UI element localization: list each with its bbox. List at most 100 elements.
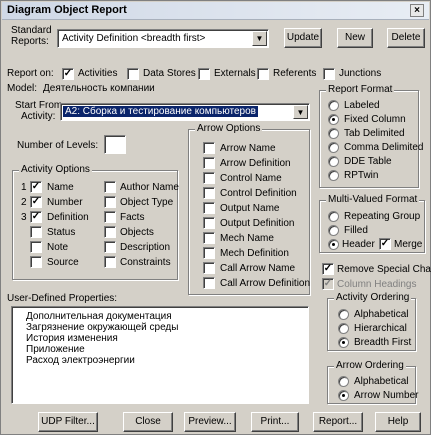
report-on-label: Report on: (7, 68, 54, 79)
standard-reports-value: Activity Definition <breadth first> (62, 33, 206, 44)
breadth-first-radio[interactable] (338, 337, 349, 348)
report-format-title: Report Format (326, 84, 395, 95)
referents-label: Referents (273, 68, 317, 79)
junctions-checkbox[interactable] (323, 68, 335, 80)
data-stores-checkbox[interactable] (127, 68, 139, 80)
call-arrow-definition-label: Call Arrow Definition (220, 278, 311, 289)
tab-delimited-radio[interactable] (328, 128, 339, 139)
arrow-number-label: Arrow Number (354, 390, 419, 401)
number-label: Number (47, 197, 83, 208)
multi-valued-format-group: Multi-Valued Format Repeating Group Fill… (319, 194, 425, 253)
externals-checkbox[interactable] (198, 68, 210, 80)
report-dialog: Diagram Object Report × Standard Reports… (0, 0, 431, 435)
control-definition-label: Control Definition (220, 188, 297, 199)
start-from-label-2: Activity: (21, 111, 56, 122)
author-name-checkbox[interactable] (104, 181, 116, 193)
merge-checkbox[interactable]: ✓ (379, 238, 391, 250)
preview-button[interactable]: Preview... (184, 412, 236, 432)
call-arrow-definition-checkbox[interactable] (203, 277, 215, 289)
merge-label: Merge (394, 239, 423, 250)
arrow-definition-checkbox[interactable] (203, 157, 215, 169)
rptwin-radio[interactable] (328, 170, 339, 181)
chevron-down-icon[interactable]: ▼ (293, 105, 308, 119)
help-button[interactable]: Help (375, 412, 421, 432)
activity-ordering-group: Activity Ordering Alphabetical Hierarchi… (327, 292, 416, 351)
description-label: Description (120, 242, 171, 253)
multi-valued-format-title: Multi-Valued Format (326, 194, 420, 205)
data-stores-label: Data Stores (143, 68, 196, 79)
referents-checkbox[interactable] (257, 68, 269, 80)
arrow-options-title: Arrow Options (195, 123, 263, 134)
arrow-number-radio[interactable] (338, 390, 349, 401)
list-item[interactable]: Приложение (26, 344, 85, 355)
activity-alphabetical-radio[interactable] (338, 309, 349, 320)
list-item[interactable]: Расход электроэнергии (26, 355, 135, 366)
control-name-checkbox[interactable] (203, 172, 215, 184)
print-button[interactable]: Print... (251, 412, 299, 432)
mech-definition-checkbox[interactable] (203, 247, 215, 259)
definition-checkbox[interactable]: ✓ (30, 211, 42, 223)
control-name-label: Control Name (220, 173, 282, 184)
arrow-name-label: Arrow Name (220, 143, 276, 154)
facts-checkbox[interactable] (104, 211, 116, 223)
standard-reports-label: Standard (11, 25, 52, 36)
standard-reports-select[interactable]: Activity Definition <breadth first> ▼ (57, 29, 269, 48)
remove-special-char-checkbox[interactable]: ✓ (322, 263, 334, 275)
name-checkbox[interactable]: ✓ (30, 181, 42, 193)
remove-special-char-label: Remove Special Char (337, 264, 431, 275)
arrow-alphabetical-label: Alphabetical (354, 376, 409, 387)
output-name-checkbox[interactable] (203, 202, 215, 214)
standard-reports-label-2: Reports: (11, 36, 49, 47)
output-definition-label: Output Definition (220, 218, 295, 229)
arrow-definition-label: Arrow Definition (220, 158, 291, 169)
control-definition-checkbox[interactable] (203, 187, 215, 199)
comma-delimited-radio[interactable] (328, 142, 339, 153)
update-button[interactable]: Update (284, 28, 322, 48)
dde-table-radio[interactable] (328, 156, 339, 167)
activities-checkbox[interactable]: ✓ (62, 68, 74, 80)
call-arrow-name-checkbox[interactable] (203, 262, 215, 274)
list-item[interactable]: Загрязнение окружающей среды (26, 322, 178, 333)
levels-label: Number of Levels: (17, 140, 99, 151)
call-arrow-name-label: Call Arrow Name (220, 263, 296, 274)
objects-checkbox[interactable] (104, 226, 116, 238)
facts-label: Facts (120, 212, 145, 223)
levels-input[interactable] (104, 135, 126, 154)
close-button[interactable]: Close (123, 412, 173, 432)
note-checkbox[interactable] (30, 241, 42, 253)
status-checkbox[interactable] (30, 226, 42, 238)
window-title: Diagram Object Report (7, 4, 127, 16)
fixed-column-radio[interactable] (328, 114, 339, 125)
title-bar: Diagram Object Report × (2, 2, 429, 20)
mech-name-checkbox[interactable] (203, 232, 215, 244)
close-icon[interactable]: × (410, 4, 424, 17)
filled-radio[interactable] (328, 225, 339, 236)
repeating-group-radio[interactable] (328, 211, 339, 222)
list-item[interactable]: История изменения (26, 333, 118, 344)
source-label: Source (47, 257, 79, 268)
new-button[interactable]: New (337, 28, 373, 48)
object-type-checkbox[interactable] (104, 196, 116, 208)
report-format-group: Report Format Labeled Fixed Column Tab D… (319, 84, 423, 188)
constraints-checkbox[interactable] (104, 256, 116, 268)
hierarchical-radio[interactable] (338, 323, 349, 334)
udp-listbox[interactable]: Дополнительная документация Загрязнение … (11, 306, 309, 404)
header-radio[interactable] (328, 239, 339, 250)
description-checkbox[interactable] (104, 241, 116, 253)
name-label: Name (47, 182, 74, 193)
option-order-2: 2 (21, 197, 27, 208)
udp-label: User-Defined Properties: (7, 293, 118, 304)
chevron-down-icon[interactable]: ▼ (252, 31, 267, 46)
source-checkbox[interactable] (30, 256, 42, 268)
udp-filter-button[interactable]: UDP Filter... (38, 412, 98, 432)
start-activity-select[interactable]: A2: Сборка и тестирование компьютеров ▼ (60, 103, 310, 121)
output-definition-checkbox[interactable] (203, 217, 215, 229)
report-button[interactable]: Report... (313, 412, 363, 432)
arrow-alphabetical-radio[interactable] (338, 376, 349, 387)
junctions-label: Junctions (339, 68, 382, 79)
number-checkbox[interactable]: ✓ (30, 196, 42, 208)
delete-button[interactable]: Delete (387, 28, 425, 48)
arrow-name-checkbox[interactable] (203, 142, 215, 154)
labeled-radio[interactable] (328, 100, 339, 111)
list-item[interactable]: Дополнительная документация (26, 311, 172, 322)
